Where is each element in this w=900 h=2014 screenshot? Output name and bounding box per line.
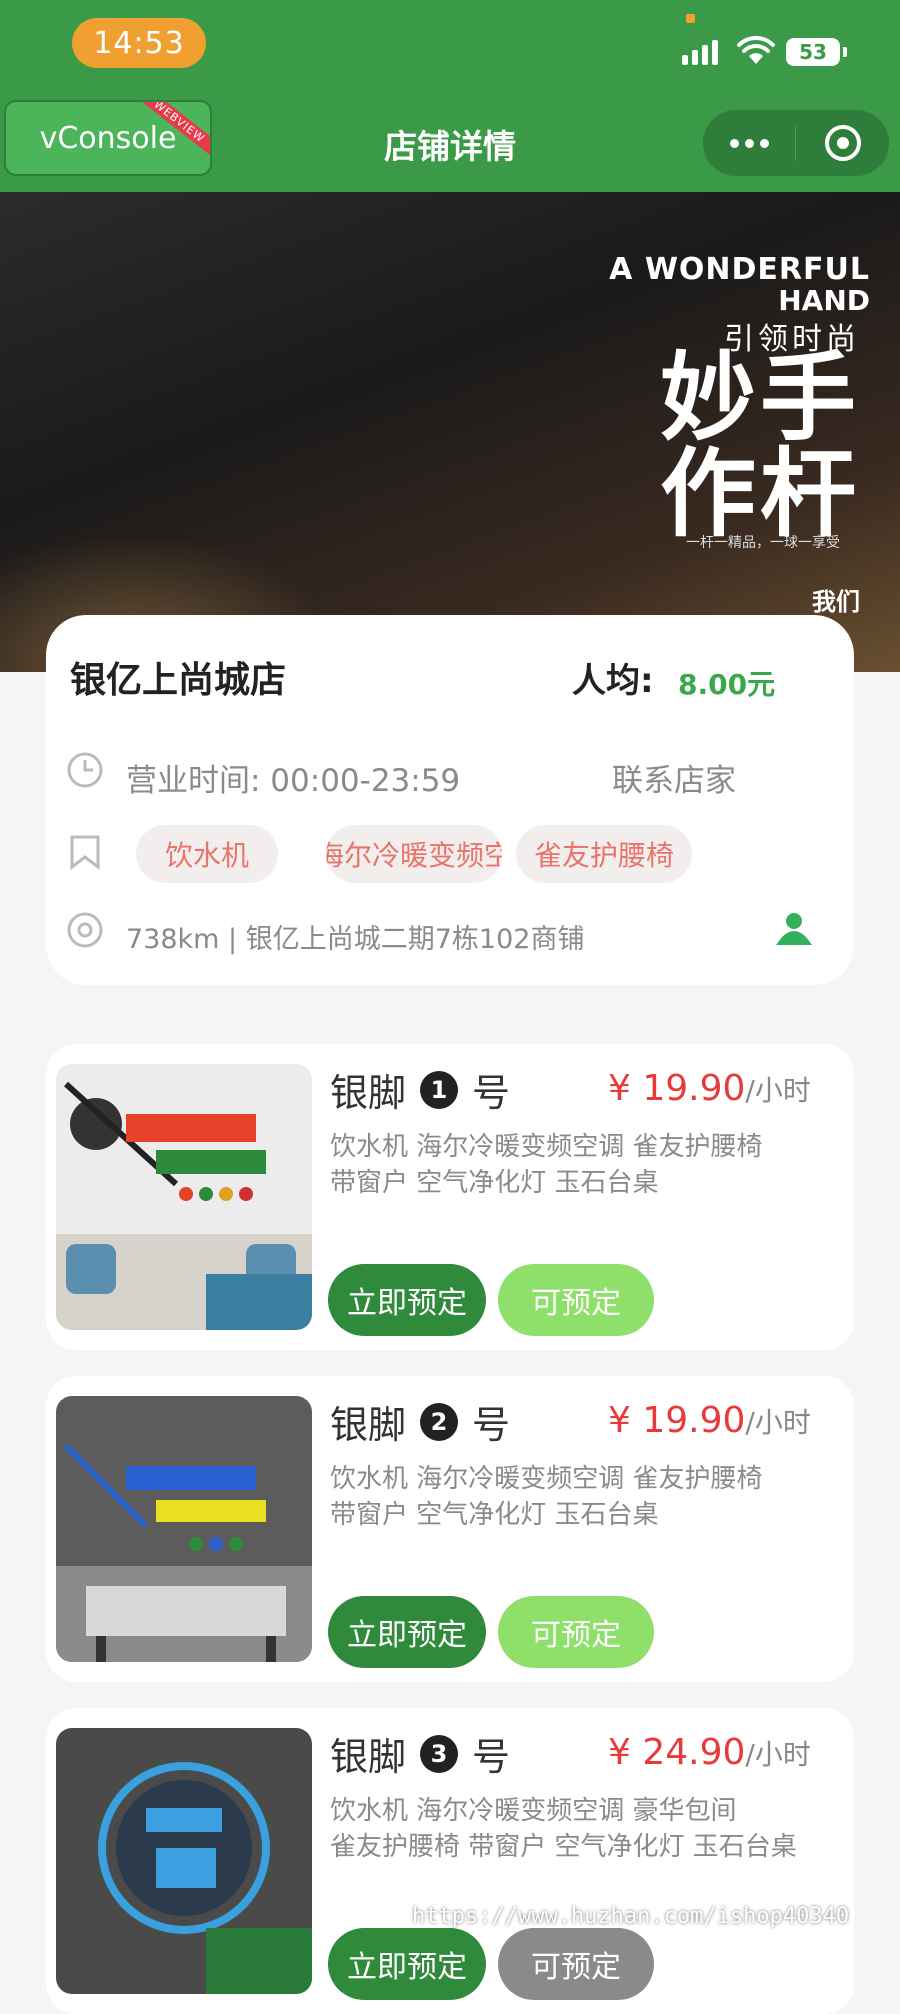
location-icon [67, 912, 103, 948]
room-name: 银脚 [330, 1735, 407, 1779]
banner-big-line1: 妙手 [660, 342, 860, 454]
map-user-icon[interactable] [774, 909, 814, 949]
banner-side-text: 我们 [812, 588, 860, 616]
room-card[interactable]: 银脚 2 号 ¥ 19.90/小时 饮水机 海尔冷暖变频空调 雀友护腰椅 带窗户… [46, 1376, 854, 1682]
room-features: 雀友护腰椅 带窗户 空气净化灯 玉石台桌 [330, 1832, 797, 1862]
room-price: ¥ 19.90/小时 [608, 1068, 811, 1109]
room-number-badge: 3 [420, 1734, 459, 1773]
store-banner: A WONDERFUL HAND 引领时尚 妙手 作杆 一杆一精品，一球一享受 … [0, 192, 900, 672]
clock-icon [67, 752, 103, 788]
price-value: ¥ 24.90 [608, 1732, 746, 1773]
amenity-tag: 雀友护腰椅 [516, 825, 692, 883]
banner-big-line2: 作杆 [660, 438, 860, 550]
available-button[interactable]: 可预定 [498, 1264, 654, 1336]
room-number-badge: 2 [420, 1402, 459, 1441]
room-features: 带窗户 空气净化灯 玉石台桌 [330, 1168, 659, 1198]
business-hours: 营业时间: 00:00-23:59 [126, 763, 461, 799]
room-photo [56, 1064, 312, 1330]
top-bar: 14:53 53 vConsole WEBVIEW 店铺详情 [0, 0, 900, 192]
banner-en-line2: HAND [778, 284, 870, 317]
amenity-tag: 海尔冷暖变频空 [326, 825, 502, 883]
avg-price-label: 人均: [572, 661, 654, 701]
room-suffix: 号 [472, 1403, 511, 1447]
room-photo [56, 1728, 312, 1994]
room-title: 银脚 2 号 [330, 1394, 510, 1449]
room-features: 饮水机 海尔冷暖变频空调 雀友护腰椅 [330, 1132, 763, 1162]
room-card[interactable]: 银脚 1 号 ¥ 19.90/小时 饮水机 海尔冷暖变频空调 雀友护腰椅 带窗户… [46, 1044, 854, 1350]
amenity-tag: 饮水机 [136, 825, 278, 883]
available-button[interactable]: 可预定 [498, 1928, 654, 2000]
price-unit: /小时 [745, 1074, 811, 1107]
room-price: ¥ 19.90/小时 [608, 1400, 811, 1441]
wifi-icon [737, 35, 775, 64]
signal-icon [682, 40, 718, 65]
status-time: 14:53 [72, 18, 206, 68]
price-unit: /小时 [745, 1406, 811, 1439]
book-now-button[interactable]: 立即预定 [328, 1596, 486, 1668]
room-title: 银脚 1 号 [330, 1062, 510, 1117]
more-icon[interactable] [703, 110, 795, 176]
room-card[interactable]: 银脚 3 号 ¥ 24.90/小时 饮水机 海尔冷暖变频空调 豪华包间 雀友护腰… [46, 1708, 854, 2014]
room-number-badge: 1 [420, 1070, 459, 1109]
room-features: 饮水机 海尔冷暖变频空调 豪华包间 [330, 1796, 737, 1826]
battery-icon: 53 [786, 38, 847, 66]
room-features: 饮水机 海尔冷暖变频空调 雀友护腰椅 [330, 1464, 763, 1494]
room-name: 银脚 [330, 1403, 407, 1447]
store-name: 银亿上尚城店 [70, 660, 287, 701]
room-suffix: 号 [472, 1071, 511, 1115]
room-suffix: 号 [472, 1735, 511, 1779]
bookmark-icon [70, 835, 100, 871]
mini-program-capsule [703, 110, 889, 176]
close-capsule-icon[interactable] [796, 125, 889, 161]
banner-small-text: 一杆一精品，一球一享受 [686, 535, 840, 551]
room-name: 银脚 [330, 1071, 407, 1115]
price-value: ¥ 19.90 [608, 1068, 746, 1109]
avg-price-value: 8.00元 [678, 668, 776, 701]
price-unit: /小时 [745, 1738, 811, 1771]
store-address: 738km | 银亿上尚城二期7栋102商铺 [126, 924, 585, 955]
room-title: 银脚 3 号 [330, 1726, 510, 1781]
contact-store-link[interactable]: 联系店家 [612, 755, 736, 800]
book-now-button[interactable]: 立即预定 [328, 1928, 486, 2000]
room-price: ¥ 24.90/小时 [608, 1732, 811, 1773]
room-features: 带窗户 空气净化灯 玉石台桌 [330, 1500, 659, 1530]
price-value: ¥ 19.90 [608, 1400, 746, 1441]
banner-en-line1: A WONDERFUL [609, 252, 870, 287]
book-now-button[interactable]: 立即预定 [328, 1264, 486, 1336]
watermark-text: https://www.huzhan.com/ishop40340 [412, 1904, 850, 1929]
store-info-card: 银亿上尚城店 人均: 8.00元 营业时间: 00:00-23:59 联系店家 … [46, 615, 854, 985]
available-button[interactable]: 可预定 [498, 1596, 654, 1668]
room-photo [56, 1396, 312, 1662]
recording-dot [686, 14, 695, 23]
